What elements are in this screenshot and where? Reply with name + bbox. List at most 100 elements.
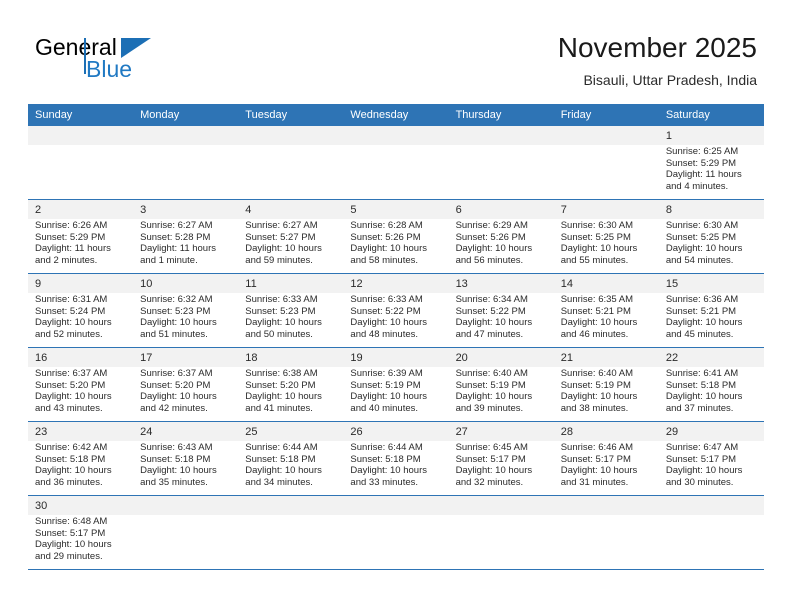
- sunset-text: Sunset: 5:18 PM: [140, 453, 211, 465]
- day-number: 19: [350, 352, 363, 364]
- day-cell[interactable]: 18 Sunrise: 6:38 AM Sunset: 5:20 PM Dayligh…: [238, 347, 344, 422]
- day-number: 4: [245, 204, 252, 216]
- sunrise-text: Sunrise: 6:31 AM: [35, 294, 108, 305]
- logo-triangle-icon: [121, 38, 151, 58]
- day-cell[interactable]: [133, 495, 239, 570]
- day-number: [554, 496, 659, 515]
- day-cell[interactable]: 3 Sunrise: 6:27 AM Sunset: 5:28 PM Daylight…: [133, 199, 239, 274]
- sunrise-text: Sunrise: 6:34 AM: [455, 294, 528, 305]
- sunset-text: Sunset: 5:17 PM: [455, 453, 526, 465]
- sunrise-text: Sunrise: 6:33 AM: [245, 294, 318, 305]
- day-cell[interactable]: 11 Sunrise: 6:33 AM Sunset: 5:23 PM Dayligh…: [238, 273, 344, 348]
- day-cell[interactable]: 16 Sunrise: 6:37 AM Sunset: 5:20 PM Dayligh…: [28, 347, 134, 422]
- day-number: 21: [560, 352, 573, 364]
- day-details: Sunrise: 6:42 AM Sunset: 5:18 PM Daylight:…: [28, 441, 133, 488]
- day-cell[interactable]: [343, 495, 449, 570]
- daylight-text-line1: Daylight: 10 hours: [455, 243, 533, 255]
- day-details: Sunrise: 6:30 AM Sunset: 5:25 PM Daylight:…: [554, 219, 659, 266]
- day-cell[interactable]: 27 Sunrise: 6:45 AM Sunset: 5:17 PM Dayligh…: [448, 421, 554, 496]
- sunset-text: Sunset: 5:20 PM: [245, 379, 316, 391]
- day-cell[interactable]: 12 Sunrise: 6:33 AM Sunset: 5:22 PM Dayligh…: [343, 273, 449, 348]
- day-number: 6: [455, 204, 462, 216]
- day-cell[interactable]: 23 Sunrise: 6:42 AM Sunset: 5:18 PM Dayligh…: [28, 421, 134, 496]
- day-number: 8: [665, 204, 672, 216]
- day-cell[interactable]: [553, 495, 659, 570]
- day-number: 30: [35, 500, 48, 512]
- day-cell[interactable]: 13 Sunrise: 6:34 AM Sunset: 5:22 PM Dayligh…: [448, 273, 554, 348]
- day-cell[interactable]: 7 Sunrise: 6:30 AM Sunset: 5:25 PM Daylight…: [553, 199, 659, 274]
- day-cell[interactable]: [658, 495, 764, 570]
- sunrise-text: Sunrise: 6:48 AM: [35, 516, 108, 527]
- day-number: 27: [455, 426, 468, 438]
- daylight-text-line2: and 50 minutes.: [245, 328, 313, 340]
- day-cell[interactable]: [28, 126, 134, 200]
- day-number: 7: [560, 204, 567, 216]
- day-details: [238, 145, 343, 146]
- daylight-text-line2: and 55 minutes.: [560, 254, 629, 266]
- daylight-text-line1: Daylight: 10 hours: [35, 465, 112, 477]
- daylight-text-line2: and 37 minutes.: [665, 402, 734, 414]
- day-cell[interactable]: 5 Sunrise: 6:28 AM Sunset: 5:26 PM Daylight…: [343, 199, 449, 274]
- daylight-text-line1: Daylight: 11 hours: [140, 243, 217, 255]
- day-details: Sunrise: 6:34 AM Sunset: 5:22 PM Daylight:…: [449, 293, 554, 340]
- daylight-text-line1: Daylight: 10 hours: [560, 317, 638, 329]
- day-cell[interactable]: 4 Sunrise: 6:27 AM Sunset: 5:27 PM Daylight…: [238, 199, 344, 274]
- day-details: [28, 145, 133, 146]
- day-cell[interactable]: 28 Sunrise: 6:46 AM Sunset: 5:17 PM Dayligh…: [553, 421, 659, 496]
- page-title: November 2025: [557, 32, 757, 63]
- daylight-text-line2: and 30 minutes.: [665, 476, 734, 488]
- day-number: [343, 496, 448, 515]
- daylight-text-line2: and 29 minutes.: [35, 550, 103, 562]
- day-cell[interactable]: 8 Sunrise: 6:30 AM Sunset: 5:25 PM Daylight…: [658, 199, 764, 274]
- day-cell[interactable]: 29 Sunrise: 6:47 AM Sunset: 5:17 PM Dayligh…: [658, 421, 764, 496]
- day-cell[interactable]: 2 Sunrise: 6:26 AM Sunset: 5:29 PM Daylight…: [28, 199, 134, 274]
- day-cell[interactable]: 15 Sunrise: 6:36 AM Sunset: 5:21 PM Dayligh…: [658, 273, 764, 348]
- day-cell[interactable]: 30 Sunrise: 6:48 AM Sunset: 5:17 PM Dayligh…: [28, 495, 134, 570]
- sunrise-text: Sunrise: 6:40 AM: [560, 368, 634, 379]
- day-cell[interactable]: 10 Sunrise: 6:32 AM Sunset: 5:23 PM Dayligh…: [133, 273, 239, 348]
- daylight-text-line1: Daylight: 10 hours: [35, 391, 112, 403]
- day-cell[interactable]: 14 Sunrise: 6:35 AM Sunset: 5:21 PM Dayligh…: [553, 273, 659, 348]
- title-block: November 2025 Bisauli, Uttar Pradesh, In…: [558, 32, 757, 88]
- day-cell[interactable]: [448, 126, 554, 200]
- sunset-text: Sunset: 5:18 PM: [350, 453, 421, 465]
- daylight-text-line2: and 38 minutes.: [560, 402, 629, 414]
- day-cell[interactable]: [553, 126, 659, 200]
- sunset-text: Sunset: 5:26 PM: [350, 231, 421, 243]
- day-cell[interactable]: 9 Sunrise: 6:31 AM Sunset: 5:24 PM Daylight…: [28, 273, 134, 348]
- daylight-text-line1: Daylight: 10 hours: [140, 391, 217, 403]
- day-cell[interactable]: 17 Sunrise: 6:37 AM Sunset: 5:20 PM Dayligh…: [133, 347, 239, 422]
- daylight-text-line2: and 56 minutes.: [455, 254, 524, 266]
- day-details: [554, 515, 659, 516]
- daylight-text-line2: and 51 minutes.: [140, 328, 208, 340]
- daylight-text-line1: Daylight: 11 hours: [665, 169, 742, 181]
- day-cell[interactable]: [238, 495, 344, 570]
- sunset-text: Sunset: 5:22 PM: [455, 305, 526, 317]
- day-cell[interactable]: 20 Sunrise: 6:40 AM Sunset: 5:19 PM Dayligh…: [448, 347, 554, 422]
- weekday-header-saturday: Saturday: [658, 104, 764, 126]
- day-number: [659, 496, 764, 515]
- day-number: 24: [140, 426, 153, 438]
- day-number: [133, 496, 238, 515]
- sunrise-text: Sunrise: 6:43 AM: [140, 442, 213, 453]
- daylight-text-line2: and 36 minutes.: [35, 476, 103, 488]
- day-details: Sunrise: 6:40 AM Sunset: 5:19 PM Daylight:…: [554, 367, 659, 414]
- day-cell[interactable]: 24 Sunrise: 6:43 AM Sunset: 5:18 PM Dayligh…: [133, 421, 239, 496]
- day-cell[interactable]: [238, 126, 344, 200]
- day-cell[interactable]: 26 Sunrise: 6:44 AM Sunset: 5:18 PM Dayligh…: [343, 421, 449, 496]
- day-cell[interactable]: 21 Sunrise: 6:40 AM Sunset: 5:19 PM Dayligh…: [553, 347, 659, 422]
- day-cell[interactable]: 1 Sunrise: 6:25 AM Sunset: 5:29 PM Daylight…: [658, 126, 764, 200]
- calendar-table: Sunday Monday Tuesday Wednesday Thursday…: [28, 104, 764, 570]
- day-details: [554, 145, 659, 146]
- daylight-text-line1: Daylight: 10 hours: [455, 317, 533, 329]
- sunset-text: Sunset: 5:17 PM: [35, 527, 106, 539]
- day-cell[interactable]: 6 Sunrise: 6:29 AM Sunset: 5:26 PM Daylight…: [448, 199, 554, 274]
- day-cell[interactable]: 19 Sunrise: 6:39 AM Sunset: 5:19 PM Dayligh…: [343, 347, 449, 422]
- location-subtitle: Bisauli, Uttar Pradesh, India: [583, 72, 757, 88]
- sunset-text: Sunset: 5:28 PM: [140, 231, 211, 243]
- day-cell[interactable]: 25 Sunrise: 6:44 AM Sunset: 5:18 PM Dayligh…: [238, 421, 344, 496]
- day-cell[interactable]: [133, 126, 239, 200]
- day-cell[interactable]: [343, 126, 449, 200]
- day-cell[interactable]: 22 Sunrise: 6:41 AM Sunset: 5:18 PM Dayligh…: [658, 347, 764, 422]
- day-cell[interactable]: [448, 495, 554, 570]
